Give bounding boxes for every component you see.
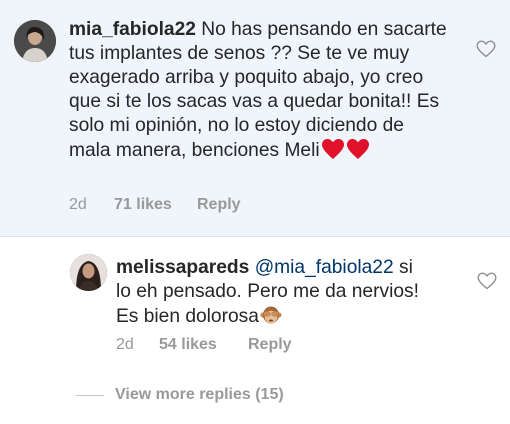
view-more-divider — [76, 395, 104, 396]
reply-meta: 2d 54 likes Reply — [116, 336, 292, 354]
comment-divider — [0, 236, 510, 237]
reply-username[interactable]: melissapareds — [116, 257, 249, 278]
comment-username[interactable]: mia_fabiola22 — [69, 19, 196, 40]
reply-timestamp: 2d — [116, 336, 134, 353]
comment-timestamp: 2d — [69, 196, 87, 213]
reply-likes-link[interactable]: 54 likes — [159, 336, 248, 354]
comment-text: No has pensando en sacarte tus implantes… — [69, 19, 447, 161]
see-no-evil-monkey-emoji-icon — [260, 306, 282, 324]
comment-reply-button[interactable]: Reply — [197, 196, 241, 214]
reply-reply-button[interactable]: Reply — [248, 336, 292, 354]
view-more-replies-button[interactable]: View more replies (15) — [115, 386, 284, 404]
like-heart-icon[interactable] — [476, 40, 496, 58]
comment-likes-link[interactable]: 71 likes — [114, 196, 197, 214]
red-heart-emoji-icon — [321, 139, 344, 159]
reply-mention-link[interactable]: @mia_fabiola22 — [255, 257, 394, 278]
avatar[interactable] — [14, 20, 56, 62]
comment-body: mia_fabiola22 No has pensando en sacarte… — [69, 18, 449, 163]
reply-avatar[interactable] — [70, 254, 107, 291]
like-heart-icon[interactable] — [477, 272, 497, 290]
red-heart-emoji-icon — [346, 139, 369, 159]
comment-meta: 2d 71 likes Reply — [69, 196, 241, 214]
reply-body: melissapareds @mia_fabiola22 si lo eh pe… — [116, 256, 426, 329]
